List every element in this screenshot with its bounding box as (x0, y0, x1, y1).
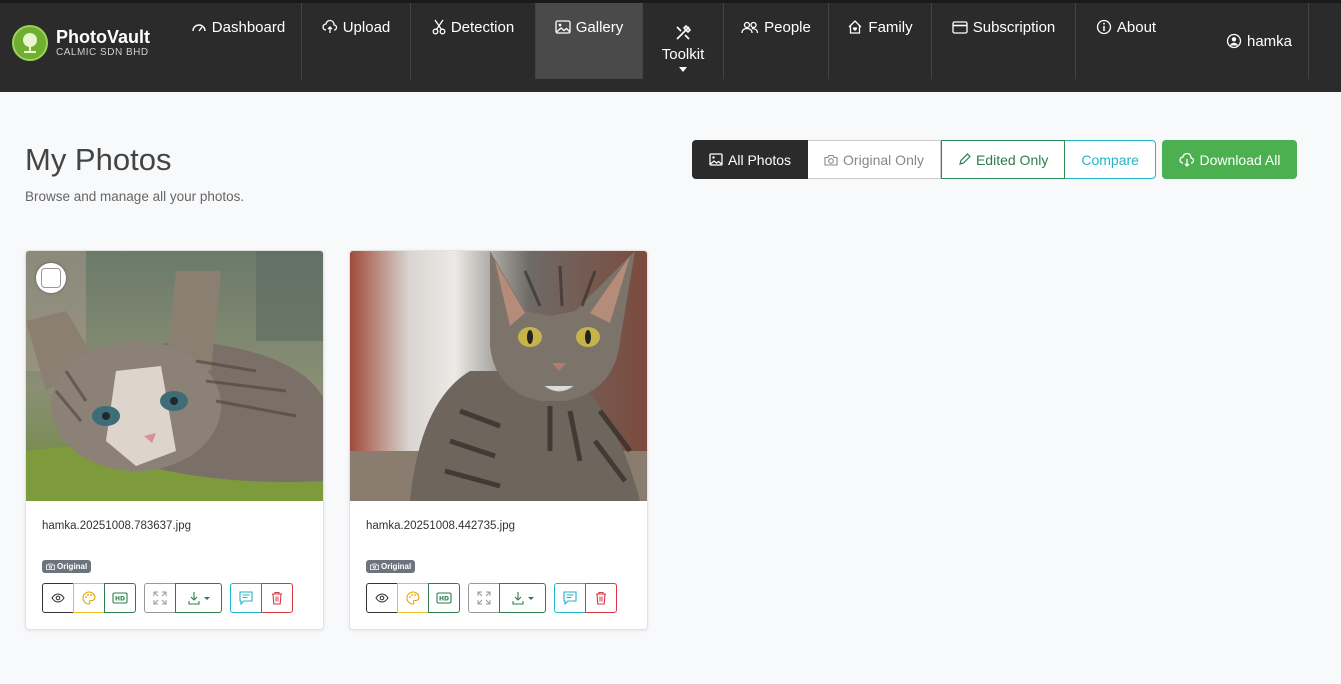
chat-icon (239, 591, 253, 605)
palette-icon (406, 591, 420, 605)
nav-upload[interactable]: Upload (302, 3, 410, 79)
filter-compare-label: Compare (1081, 151, 1139, 168)
nav-user-label: hamka (1246, 33, 1293, 50)
palette-icon (82, 591, 96, 605)
tree-logo-icon (12, 25, 48, 61)
photo-filter-group: All Photos Original Only Edited Only Com… (692, 140, 1156, 179)
info-circle-icon (1096, 19, 1112, 37)
camera-icon (824, 154, 843, 166)
trash-icon (595, 591, 607, 605)
nav-people-label: People (764, 19, 811, 36)
tools-icon (674, 24, 692, 44)
nav-subscription[interactable]: Subscription (932, 3, 1075, 79)
filter-original-label: Original Only (843, 151, 924, 168)
nav-family-label: Family (868, 19, 913, 36)
camera-icon (46, 563, 57, 570)
photo-card: hamka.20251008.442735.jpg Original HD (349, 250, 648, 630)
nav-toolkit-dropdown[interactable]: Toolkit (643, 3, 723, 79)
enhance-hd-button[interactable]: HD (428, 583, 460, 613)
expand-icon (477, 591, 491, 605)
filter-compare-button[interactable]: Compare (1065, 140, 1156, 179)
nav-people[interactable]: People (724, 3, 828, 79)
download-all-label: Download All (1199, 151, 1281, 168)
cloud-download-icon (1178, 152, 1200, 167)
nav-dashboard[interactable]: Dashboard (175, 3, 301, 79)
nav-about-label: About (1116, 19, 1157, 36)
filter-edited-label: Edited Only (975, 151, 1049, 168)
image-icon (555, 19, 571, 36)
nav-family[interactable]: Family (829, 3, 931, 79)
speedometer-icon (191, 19, 207, 37)
top-navbar: PhotoVault CALMIC SDN BHD Dashboard Uplo… (0, 0, 1341, 92)
badge-label: Original (381, 562, 412, 571)
hd-icon: HD (112, 592, 128, 604)
page-title: My Photos (25, 142, 172, 177)
cloud-upload-icon (322, 19, 338, 37)
photo-filename: hamka.20251008.442735.jpg (366, 520, 515, 532)
view-button[interactable] (366, 583, 398, 613)
nav-gallery[interactable]: Gallery (536, 3, 642, 79)
download-all-button[interactable]: Download All (1162, 140, 1297, 179)
expand-icon (153, 591, 167, 605)
brand-name: PhotoVault (56, 27, 150, 47)
brand[interactable]: PhotoVault CALMIC SDN BHD (12, 25, 150, 61)
eye-icon (375, 593, 389, 603)
nav-subscription-label: Subscription (972, 19, 1056, 36)
fullscreen-button[interactable] (468, 583, 500, 613)
nav-toolkit-label: Toolkit (661, 46, 705, 63)
select-photo-checkbox[interactable] (36, 263, 66, 293)
delete-button[interactable] (585, 583, 617, 613)
download-icon (187, 591, 210, 605)
download-dropdown-button[interactable] (499, 583, 546, 613)
photo-filename: hamka.20251008.783637.jpg (42, 520, 191, 532)
download-dropdown-button[interactable] (175, 583, 222, 613)
nav-upload-label: Upload (342, 19, 391, 36)
nav-about[interactable]: About (1076, 3, 1176, 79)
download-icon (511, 591, 534, 605)
edit-colors-button[interactable] (73, 583, 105, 613)
delete-button[interactable] (261, 583, 293, 613)
view-button[interactable] (42, 583, 74, 613)
eye-icon (51, 593, 65, 603)
page-subtitle: Browse and manage all your photos. (25, 189, 245, 204)
camera-icon (370, 563, 381, 570)
people-icon (741, 19, 759, 36)
images-icon (709, 153, 728, 166)
comment-button[interactable] (230, 583, 262, 613)
caret-down-icon (679, 67, 687, 72)
hd-icon: HD (436, 592, 452, 604)
svg-text:HD: HD (115, 596, 125, 603)
filter-all-photos-button[interactable]: All Photos (692, 140, 809, 179)
credit-card-icon (952, 19, 968, 36)
scissors-icon (432, 19, 446, 37)
nav-gallery-label: Gallery (575, 19, 624, 36)
trash-icon (271, 591, 283, 605)
edit-colors-button[interactable] (397, 583, 429, 613)
filter-edited-only-button[interactable]: Edited Only (940, 140, 1066, 179)
brand-subtitle: CALMIC SDN BHD (56, 47, 149, 58)
filter-all-label: All Photos (728, 151, 792, 168)
nav-detection[interactable]: Detection (411, 3, 535, 79)
house-heart-icon (847, 19, 863, 37)
photo-thumbnail-kitten[interactable] (26, 251, 324, 501)
badge-label: Original (57, 562, 88, 571)
photo-thumbnail-tabby-cat[interactable] (350, 251, 648, 501)
nav-detection-label: Detection (450, 19, 515, 36)
original-badge: Original (366, 560, 416, 573)
fullscreen-button[interactable] (144, 583, 176, 613)
chat-icon (563, 591, 577, 605)
enhance-hd-button[interactable]: HD (104, 583, 136, 613)
nav-user-menu[interactable]: hamka (1210, 3, 1308, 79)
photo-card: hamka.20251008.783637.jpg Original HD (25, 250, 324, 630)
nav-dashboard-label: Dashboard (211, 19, 286, 36)
comment-button[interactable] (554, 583, 586, 613)
filter-original-only-button[interactable]: Original Only (808, 140, 941, 179)
original-badge: Original (42, 560, 92, 573)
user-circle-icon (1226, 33, 1242, 51)
svg-text:HD: HD (439, 596, 449, 603)
pencil-icon (958, 153, 976, 166)
